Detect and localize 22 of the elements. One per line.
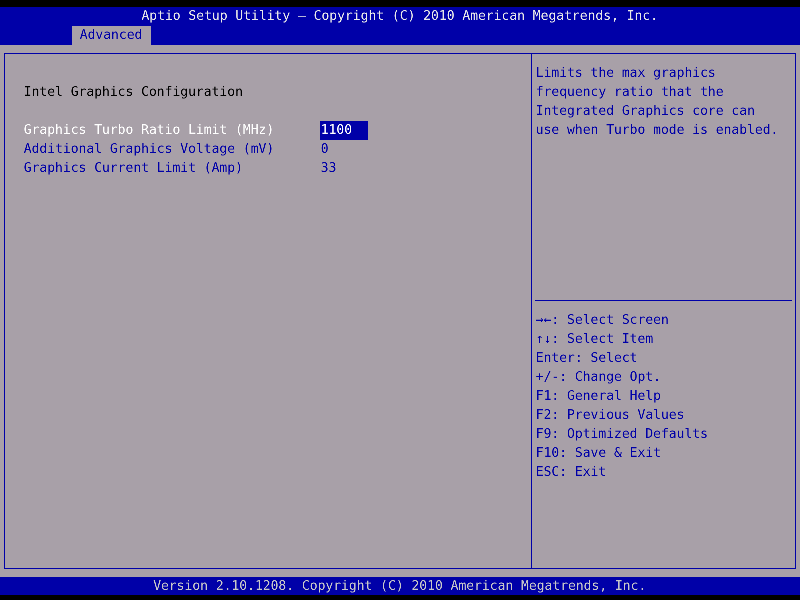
setting-value[interactable]: 1100 [320,121,368,140]
key-hint: →←: Select Screen [536,312,670,330]
setting-label[interactable]: Additional Graphics Voltage (mV) [24,140,320,159]
key-hint: F9: Optimized Defaults [536,426,710,444]
setting-value[interactable]: 0 [320,140,329,159]
help-text: Integrated Graphics core can [536,103,756,121]
menu-tab[interactable]: Advanced [72,26,151,45]
window-title: Aptio Setup Utility – Copyright (C) 2010 American Megatrends, Inc. [142,8,658,26]
key-hint: F1: General Help [536,388,662,406]
setting-label[interactable]: Graphics Current Limit (Amp) [24,159,320,178]
help-text: frequency ratio that the [536,84,725,102]
help-text: use when Turbo mode is enabled. [536,122,780,140]
key-hint: ↑↓: Select Item [536,331,654,349]
key-hint: +/-: Change Opt. [536,369,662,387]
key-hint: ESC: Exit [536,464,608,482]
key-hint: Enter: Select [536,350,639,368]
section-heading: Intel Graphics Configuration [24,84,244,102]
key-hint: F2: Previous Values [536,407,686,425]
footer-text: Version 2.10.1208. Copyright (C) 2010 American Megatrends, Inc. [153,578,647,596]
key-hint: F10: Save & Exit [536,445,662,463]
help-text: Limits the max graphics [536,65,718,83]
setting-value[interactable]: 33 [320,159,337,178]
